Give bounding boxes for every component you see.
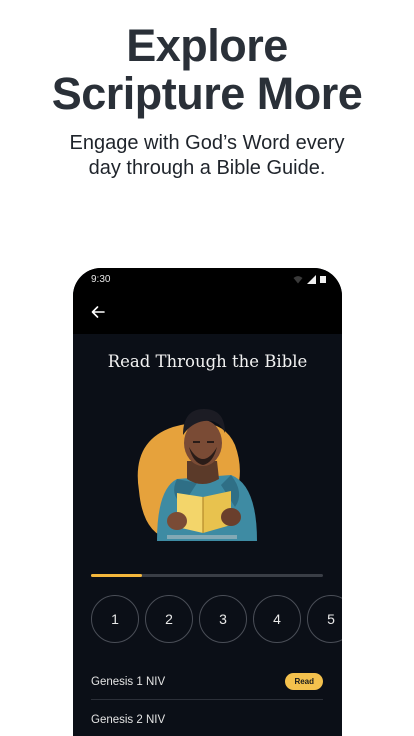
reader-illustration [73, 383, 342, 543]
reading-item[interactable]: Genesis 2 NIV [91, 702, 323, 736]
reading-item[interactable]: Genesis 1 NIV Read [91, 664, 323, 700]
back-button[interactable] [87, 301, 109, 323]
plan-progress-bar [91, 574, 323, 577]
reading-label: Genesis 1 NIV [91, 675, 166, 688]
plan-progress-fill [91, 574, 143, 577]
day-2-button[interactable]: 2 [145, 595, 193, 643]
day-4-button[interactable]: 4 [253, 595, 301, 643]
subheadline-line-1: Engage with God’s Word every [69, 132, 345, 154]
wifi-icon [293, 275, 303, 283]
day-1-button[interactable]: 1 [91, 595, 139, 643]
day-3-button[interactable]: 3 [199, 595, 247, 643]
plan-title: Read Through the Bible [107, 352, 308, 371]
phone-mockup: 9:30 Read Through the Bible 1 2 3 4 5 Ge… [73, 268, 342, 736]
subheadline-line-2: day through a Bible Guide. [88, 157, 326, 179]
back-arrow-icon [91, 306, 105, 318]
app-bar [73, 290, 342, 334]
subheadline: Engage with God’s Word every day through… [0, 131, 414, 181]
day-5-button[interactable]: 5 [307, 595, 342, 643]
status-icons [293, 274, 326, 284]
signal-icon [307, 274, 316, 284]
status-bar: 9:30 [73, 268, 342, 290]
battery-icon [320, 276, 326, 283]
headline: Explore Scripture More [0, 22, 414, 118]
headline-line-2: Scripture More [51, 68, 363, 119]
headline-line-1: Explore [126, 20, 288, 71]
status-time: 9:30 [91, 273, 111, 285]
read-badge[interactable]: Read [285, 673, 323, 690]
day-selector[interactable]: 12345 [91, 595, 342, 643]
reading-label: Genesis 2 NIV [91, 714, 166, 726]
